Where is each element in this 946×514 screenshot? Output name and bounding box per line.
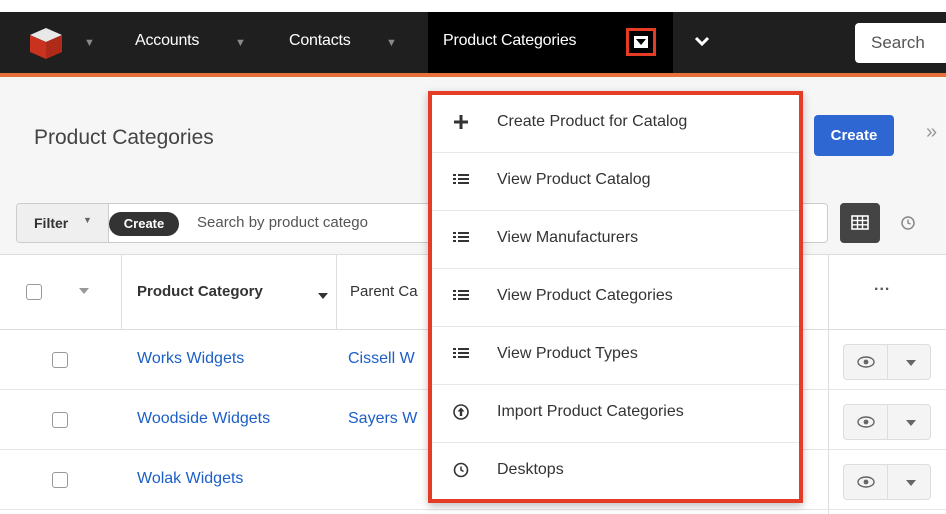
menu-item-import-product-categories[interactable]: Import Product Categories xyxy=(432,385,799,443)
sort-down-icon[interactable] xyxy=(318,293,328,299)
double-chevron-right-icon[interactable]: » xyxy=(926,121,937,144)
menu-item-create-product[interactable]: Create Product for Catalog xyxy=(432,95,799,153)
eye-icon xyxy=(857,476,875,488)
logo-chevron-down-icon[interactable]: ▼ xyxy=(84,37,95,49)
plus-icon xyxy=(454,115,468,129)
page-title: Product Categories xyxy=(34,126,214,149)
eye-icon xyxy=(857,356,875,368)
menu-item-view-product-categories[interactable]: View Product Categories xyxy=(432,269,799,327)
parent-category-link[interactable]: Cissell W xyxy=(348,350,415,368)
sugar-cube-logo-icon[interactable] xyxy=(26,26,66,60)
row-actions-caret-icon[interactable] xyxy=(906,360,916,366)
category-link[interactable]: Works Widgets xyxy=(137,350,244,368)
list-icon xyxy=(453,348,469,358)
parent-category-link[interactable]: Sayers W xyxy=(348,410,417,428)
select-all-cell xyxy=(0,255,122,330)
row-actions xyxy=(843,344,931,380)
row-checkbox[interactable] xyxy=(52,352,68,368)
menu-item-label: Desktops xyxy=(497,461,564,478)
create-button[interactable]: Create xyxy=(814,115,894,156)
clock-icon xyxy=(453,462,469,478)
caret-down-icon xyxy=(634,36,648,48)
search-placeholder: Search xyxy=(871,33,925,52)
table-grid-icon xyxy=(851,215,869,230)
row-actions-caret-icon[interactable] xyxy=(906,420,916,426)
list-icon xyxy=(453,232,469,242)
column-actions-ellipsis[interactable]: ... xyxy=(874,277,890,295)
mass-actions-caret-icon[interactable] xyxy=(79,288,89,294)
filter-dropdown-button[interactable]: Filter ▼ xyxy=(17,204,109,242)
menu-item-view-product-catalog[interactable]: View Product Catalog xyxy=(432,153,799,211)
preview-button[interactable] xyxy=(844,345,888,379)
menu-item-label: Create Product for Catalog xyxy=(497,113,688,130)
row-checkbox[interactable] xyxy=(52,412,68,428)
filter-caret-icon: ▼ xyxy=(83,215,92,225)
preview-button[interactable] xyxy=(844,465,888,499)
global-search-input[interactable]: Search xyxy=(855,23,946,63)
list-view-button[interactable] xyxy=(840,203,880,243)
menu-item-label: Import Product Categories xyxy=(497,403,684,420)
module-dropdown-menu: Create Product for Catalog View Product … xyxy=(428,91,803,503)
column-header-parent-category[interactable]: Parent Ca xyxy=(350,283,418,300)
menu-item-label: View Product Catalog xyxy=(497,171,651,188)
eye-icon xyxy=(857,416,875,428)
menu-item-label: View Product Categories xyxy=(497,287,673,304)
row-actions xyxy=(843,404,931,440)
activity-stream-button[interactable] xyxy=(888,203,928,243)
more-modules-chevron-icon[interactable] xyxy=(693,28,711,54)
menu-item-label: View Product Types xyxy=(497,345,638,362)
contacts-chevron-down-icon[interactable]: ▼ xyxy=(386,37,397,49)
column-divider xyxy=(336,255,337,330)
category-link[interactable]: Wolak Widgets xyxy=(137,470,243,488)
select-all-checkbox[interactable] xyxy=(26,284,42,300)
list-icon xyxy=(453,290,469,300)
menu-item-label: View Manufacturers xyxy=(497,229,639,246)
view-toggle xyxy=(840,203,936,243)
row-checkbox[interactable] xyxy=(52,472,68,488)
menu-item-view-manufacturers[interactable]: View Manufacturers xyxy=(432,211,799,269)
list-icon xyxy=(453,174,469,184)
column-header-product-category[interactable]: Product Category xyxy=(137,283,263,300)
caption-strip xyxy=(0,0,946,12)
upload-icon xyxy=(453,404,469,420)
filter-create-chip[interactable]: Create xyxy=(109,212,179,236)
top-navbar: ▼ Accounts ▼ Contacts ▼ Product Categori… xyxy=(0,12,946,73)
menu-item-desktops[interactable]: Desktops xyxy=(432,443,799,501)
preview-button[interactable] xyxy=(844,405,888,439)
nav-contacts[interactable]: Contacts xyxy=(289,32,351,50)
filter-label: Filter xyxy=(34,215,69,231)
nav-accounts[interactable]: Accounts xyxy=(135,32,199,50)
row-actions xyxy=(843,464,931,500)
accounts-chevron-down-icon[interactable]: ▼ xyxy=(235,37,246,49)
nav-product-categories[interactable]: Product Categories xyxy=(443,32,577,50)
clock-icon xyxy=(901,216,915,230)
row-actions-caret-icon[interactable] xyxy=(906,480,916,486)
menu-item-view-product-types[interactable]: View Product Types xyxy=(432,327,799,385)
module-menu-dropdown-button[interactable] xyxy=(626,28,656,56)
filter-search-input[interactable]: Search by product catego xyxy=(197,214,368,231)
category-link[interactable]: Woodside Widgets xyxy=(137,410,270,428)
